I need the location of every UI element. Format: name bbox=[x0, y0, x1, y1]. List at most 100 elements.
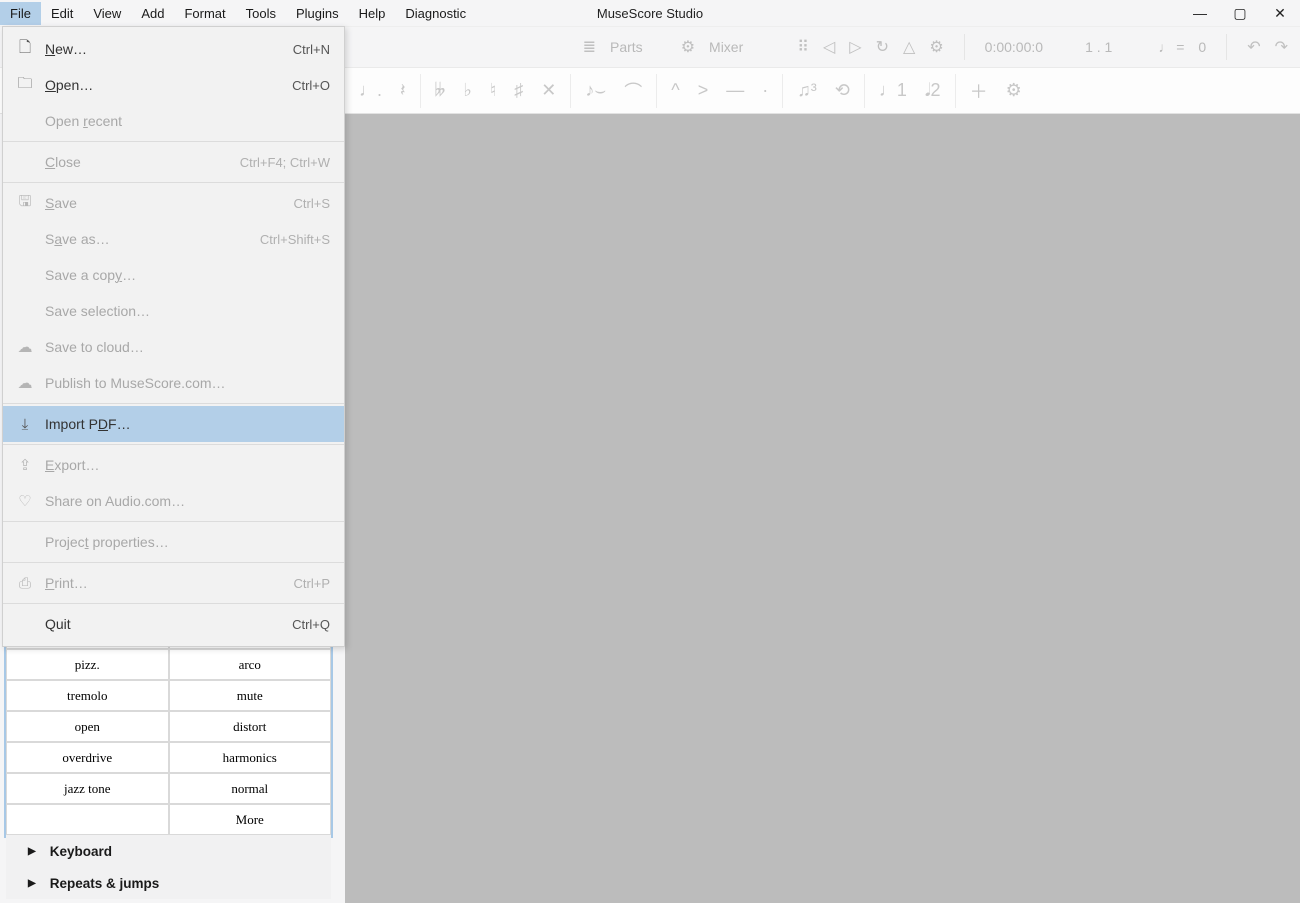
tuplet-icon[interactable]: ♫³ bbox=[797, 80, 817, 101]
menu-help[interactable]: Help bbox=[349, 2, 396, 25]
menu-item-export: ⇪ Export… bbox=[3, 447, 344, 483]
menu-item-share-on-audio-com: ♡Share on Audio.com… bbox=[3, 483, 344, 519]
menu-separator bbox=[3, 444, 344, 445]
menu-item-shortcut: Ctrl+F4; Ctrl+W bbox=[240, 155, 330, 170]
menu-add[interactable]: Add bbox=[131, 2, 174, 25]
palette-cell-overdrive[interactable]: overdrive bbox=[6, 742, 169, 773]
menu-item-save-a-copy: Save a copy… bbox=[3, 257, 344, 293]
tempo-label: ♩ = bbox=[1158, 39, 1184, 55]
palette-cell-arco[interactable]: arco bbox=[169, 649, 332, 680]
menu-item-label: Open recent bbox=[45, 113, 320, 129]
marcato-icon[interactable]: ^ bbox=[671, 80, 679, 101]
palette-cell-open[interactable]: open bbox=[6, 711, 169, 742]
rewind-icon[interactable]: ◁ bbox=[823, 37, 835, 57]
file-menu-dropdown: 🗋New…Ctrl+N🗀Open…Ctrl+OOpen recentCloseC… bbox=[2, 26, 345, 647]
voice2-icon[interactable]: 𝅘𝅥2 bbox=[925, 80, 941, 101]
gear-icon[interactable]: ⚙ bbox=[1006, 80, 1022, 101]
palette-cell-more[interactable]: More bbox=[169, 804, 332, 835]
doubleflat-icon[interactable]: 𝄫 bbox=[435, 80, 446, 101]
menu-item-quit[interactable]: QuitCtrl+Q bbox=[3, 606, 344, 642]
redo-icon[interactable]: ↷ bbox=[1275, 37, 1288, 57]
window-controls: — ▢ ✕ bbox=[1180, 0, 1300, 26]
menu-plugins[interactable]: Plugins bbox=[286, 2, 349, 25]
menu-item-import-pdf[interactable]: ⤓Import PDF… bbox=[3, 406, 344, 442]
loop-icon[interactable]: ↻ bbox=[876, 37, 889, 57]
menu-item-publish-to-musescore-com: ☁Publish to MuseScore.com… bbox=[3, 365, 344, 401]
cancel-icon[interactable]: ✕ bbox=[541, 80, 556, 101]
menu-item-label: Open… bbox=[45, 77, 282, 93]
close-button[interactable]: ✕ bbox=[1260, 0, 1300, 26]
menu-item-icon: 🖫 bbox=[15, 191, 35, 216]
text-palette: B1legatopizz.arcotremolomuteopendistorto… bbox=[6, 618, 331, 899]
tempo-value: 0 bbox=[1198, 39, 1206, 55]
menu-item-close: Close Ctrl+F4; Ctrl+W bbox=[3, 144, 344, 180]
parts-icon: ≣ bbox=[583, 37, 596, 57]
menu-item-save-to-cloud: ☁ Save to cloud… bbox=[3, 329, 344, 365]
menu-diagnostic[interactable]: Diagnostic bbox=[395, 2, 476, 25]
menu-item-shortcut: Ctrl+O bbox=[292, 78, 330, 93]
score-canvas[interactable] bbox=[345, 114, 1300, 903]
menu-item-icon: ♡ bbox=[15, 492, 35, 510]
add-icon[interactable]: ＋ bbox=[970, 78, 988, 104]
menu-separator bbox=[3, 403, 344, 404]
palette-cell-empty bbox=[6, 804, 169, 835]
natural-icon[interactable]: ♮ bbox=[490, 80, 496, 101]
menu-bar: FileEditViewAddFormatToolsPluginsHelpDia… bbox=[0, 0, 476, 26]
accent-icon[interactable]: > bbox=[698, 80, 709, 101]
settings-icon[interactable]: ⚙ bbox=[929, 37, 943, 57]
menu-item-label: Project properties… bbox=[45, 534, 320, 550]
voice1-icon[interactable]: ♩1 bbox=[879, 80, 907, 101]
metronome-icon[interactable]: △ bbox=[903, 37, 915, 57]
mixer-button[interactable]: Mixer bbox=[709, 39, 743, 55]
menu-item-icon: 🗋 bbox=[15, 37, 35, 62]
palette-cell-pizz-[interactable]: pizz. bbox=[6, 649, 169, 680]
menu-item-new[interactable]: 🗋New…Ctrl+N bbox=[3, 31, 344, 67]
sharp-icon[interactable]: ♯ bbox=[514, 80, 523, 101]
staccato-icon[interactable]: · bbox=[762, 80, 768, 101]
separator bbox=[964, 34, 965, 60]
palette-cell-harmonics[interactable]: harmonics bbox=[169, 742, 332, 773]
mixer-icon: ⚙ bbox=[681, 37, 695, 57]
menu-separator bbox=[3, 182, 344, 183]
tenuto-icon[interactable]: — bbox=[726, 80, 744, 101]
play-icon[interactable]: ▷ bbox=[849, 37, 861, 57]
menu-edit[interactable]: Edit bbox=[41, 2, 83, 25]
time-display: 0:00:00:0 bbox=[985, 39, 1043, 55]
menu-view[interactable]: View bbox=[83, 2, 131, 25]
flat-icon[interactable]: ♭ bbox=[463, 80, 472, 101]
rest-icon[interactable]: 𝄽 bbox=[400, 80, 406, 101]
palette-section-repeats[interactable]: ▶ Repeats & jumps bbox=[6, 867, 331, 899]
separator bbox=[1226, 34, 1227, 60]
maximize-button[interactable]: ▢ bbox=[1220, 0, 1260, 26]
menu-item-label: Save to cloud… bbox=[45, 339, 320, 355]
menu-item-shortcut: Ctrl+Q bbox=[292, 617, 330, 632]
menu-item-open[interactable]: 🗀Open…Ctrl+O bbox=[3, 67, 344, 103]
menu-tools[interactable]: Tools bbox=[236, 2, 286, 25]
menu-item-label: Save bbox=[45, 195, 284, 211]
menu-item-label: Close bbox=[45, 154, 230, 170]
menu-file[interactable]: File bbox=[0, 2, 41, 25]
minimize-button[interactable]: — bbox=[1180, 0, 1220, 26]
flip-icon[interactable]: ⟲ bbox=[835, 80, 850, 101]
menu-item-print: ⎙Print…Ctrl+P bbox=[3, 565, 344, 601]
grip-icon[interactable]: ⠿ bbox=[797, 37, 809, 57]
menu-item-shortcut: Ctrl+Shift+S bbox=[260, 232, 330, 247]
palette-cell-distort[interactable]: distort bbox=[169, 711, 332, 742]
parts-button[interactable]: Parts bbox=[610, 39, 643, 55]
menu-format[interactable]: Format bbox=[174, 2, 235, 25]
palette-cell-tremolo[interactable]: tremolo bbox=[6, 680, 169, 711]
slur-icon[interactable]: ⌒ bbox=[624, 78, 642, 104]
palette-cell-jazz-tone[interactable]: jazz tone bbox=[6, 773, 169, 804]
palette-section-keyboard[interactable]: ▶ Keyboard bbox=[6, 835, 331, 867]
undo-icon[interactable]: ↶ bbox=[1247, 37, 1260, 57]
menu-item-icon: ⇪ bbox=[15, 456, 35, 474]
menu-item-shortcut: Ctrl+N bbox=[293, 42, 330, 57]
menu-item-label: Export… bbox=[45, 457, 320, 473]
note-icon[interactable]: ♩. bbox=[359, 80, 382, 101]
chevron-right-icon: ▶ bbox=[28, 878, 36, 889]
palette-cell-mute[interactable]: mute bbox=[169, 680, 332, 711]
measure-display: 1 . 1 bbox=[1085, 39, 1112, 55]
palette-cell-normal[interactable]: normal bbox=[169, 773, 332, 804]
menu-item-icon: ☁ bbox=[15, 338, 35, 356]
tie-icon[interactable]: ♪⌣ bbox=[585, 80, 606, 101]
